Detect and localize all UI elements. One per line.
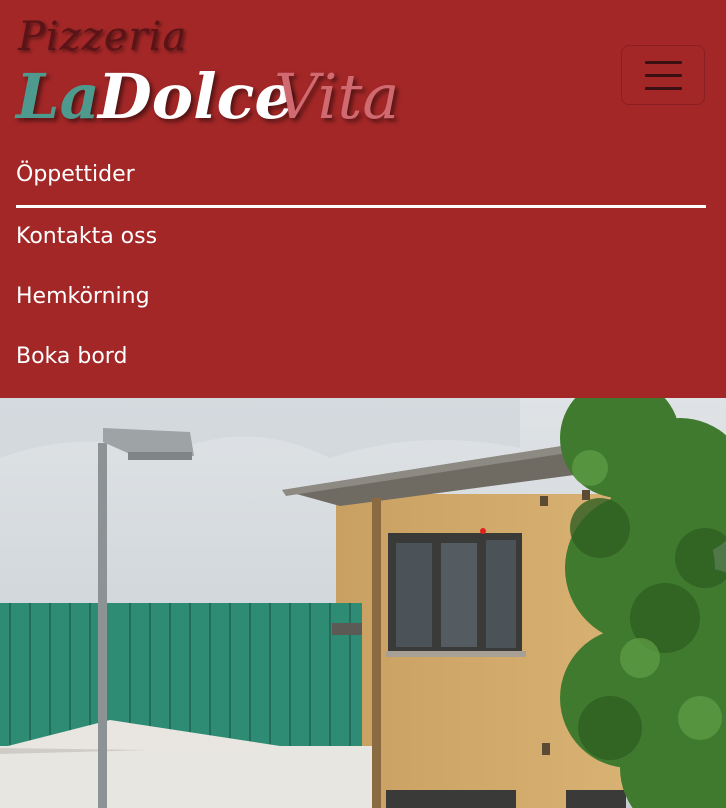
site-logo[interactable]: Pizzeria La Dolce Vita bbox=[16, 14, 400, 134]
main-nav: Öppettider Kontakta oss Hemkörning Boka … bbox=[16, 146, 706, 388]
nav-item-kontakta-oss[interactable]: Kontakta oss bbox=[16, 208, 706, 268]
logo-word-vita: Vita bbox=[274, 60, 400, 133]
nav-toggle-button[interactable] bbox=[621, 45, 705, 105]
site-header: Pizzeria La Dolce Vita Öppettider Kontak… bbox=[0, 0, 726, 398]
logo-word-dolce: Dolce bbox=[98, 60, 294, 133]
nav-item-oppettider[interactable]: Öppettider bbox=[16, 146, 706, 208]
logo-line-pizzeria: Pizzeria bbox=[18, 14, 188, 60]
nav-item-boka-bord[interactable]: Boka bord bbox=[16, 328, 706, 388]
nav-item-hemkorning[interactable]: Hemkörning bbox=[16, 268, 706, 328]
restaurant-building-photo bbox=[0, 398, 726, 808]
logo-word-la: La bbox=[16, 60, 100, 133]
